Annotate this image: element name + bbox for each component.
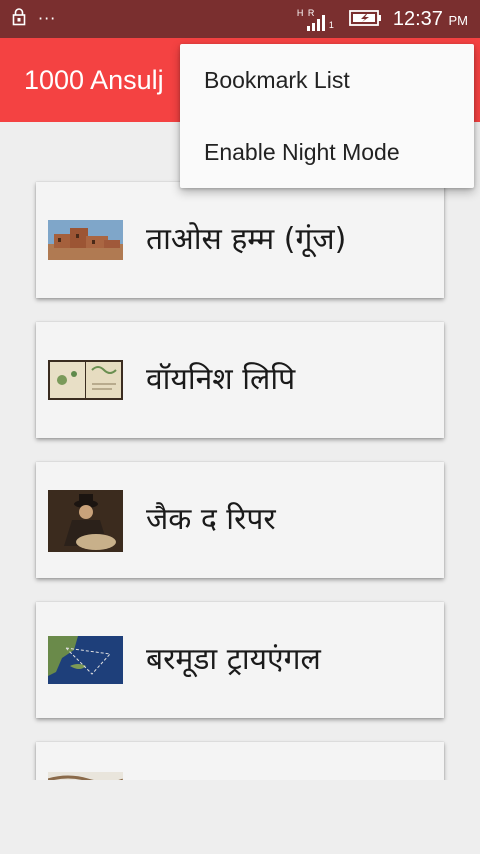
list-item[interactable]: बरमूडा ट्रायएंगल [36,602,444,718]
jack-the-ripper-image [48,490,123,552]
menu-item-bookmark-list[interactable]: Bookmark List [180,44,474,116]
partial-image [48,772,123,780]
time-value: 12:37 [392,8,443,30]
list-item[interactable]: वॉयनिश लिपि [36,322,444,438]
list-item-title: बरमूडा ट्रायएंगल [146,642,321,677]
lock-icon [12,8,26,30]
status-right: H R 1 12:37 PM [297,6,468,34]
list-item-title: ताओस हम्म (गूंज) [146,222,347,257]
status-bar: ··· H R 1 12:37 PM [0,0,480,38]
sim-slot-label: 1 [328,20,334,30]
menu-item-enable-night-mode[interactable]: Enable Night Mode [180,116,474,188]
list-item[interactable]: ताओस हम्म (गूंज) [36,182,444,298]
app-title: 1000 Ansulj [24,65,164,95]
list-item-title: वॉयनिश लिपि [146,362,296,397]
overflow-menu: Bookmark List Enable Night Mode [180,44,474,188]
battery-charging-icon [348,9,383,31]
more-notifications-icon: ··· [38,9,57,28]
signal-icon: H R 1 [297,8,339,32]
list-item[interactable] [36,742,444,780]
bottom-area [0,780,480,854]
status-time: 12:37 PM [393,6,468,34]
list-item[interactable]: जैक द रिपर [36,462,444,578]
taos-pueblo-image [48,220,123,260]
time-ampm: PM [448,13,469,28]
bermuda-map-image [48,636,123,684]
article-list[interactable]: ताओस हम्म (गूंज) वॉयनिश लिपि जैक द रिपर … [0,122,480,780]
status-left: ··· [12,8,56,30]
voynich-manuscript-image [48,360,123,400]
list-item-title: जैक द रिपर [146,502,276,537]
